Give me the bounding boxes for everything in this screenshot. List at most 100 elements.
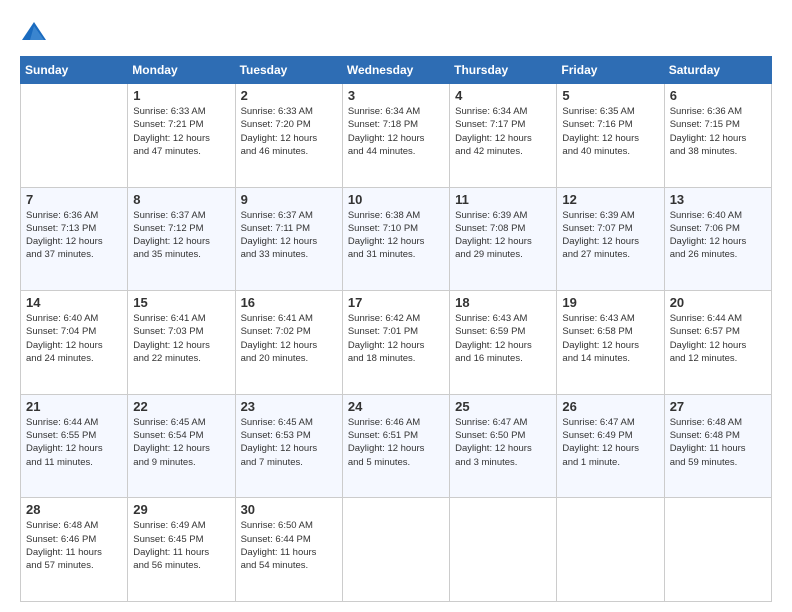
day-info: Sunrise: 6:43 AM Sunset: 6:59 PM Dayligh… — [455, 312, 551, 365]
day-number: 3 — [348, 88, 444, 103]
calendar-cell: 3 Sunrise: 6:34 AM Sunset: 7:18 PM Daylig… — [342, 84, 449, 188]
calendar-cell: 9 Sunrise: 6:37 AM Sunset: 7:11 PM Daylig… — [235, 187, 342, 291]
day-header-tuesday: Tuesday — [235, 57, 342, 84]
day-info: Sunrise: 6:47 AM Sunset: 6:49 PM Dayligh… — [562, 416, 658, 469]
calendar-cell: 8Sunrise: 6:37 AM Sunset: 7:12 PM Daylig… — [128, 187, 235, 291]
calendar-cell: 12Sunrise: 6:39 AM Sunset: 7:07 PM Dayli… — [557, 187, 664, 291]
day-number: 17 — [348, 295, 444, 310]
calendar-cell — [450, 498, 557, 602]
day-info: Sunrise: 6:35 AM Sunset: 7:16 PM Dayligh… — [562, 105, 658, 158]
day-number: 16 — [241, 295, 337, 310]
day-header-sunday: Sunday — [21, 57, 128, 84]
day-number: 14 — [26, 295, 122, 310]
calendar-week-1: 7 Sunrise: 6:36 AM Sunset: 7:13 PM Daylig… — [21, 187, 772, 291]
day-number: 26 — [562, 399, 658, 414]
day-info: Sunrise: 6:46 AM Sunset: 6:51 PM Dayligh… — [348, 416, 444, 469]
day-info: Sunrise: 6:33 AM Sunset: 7:21 PM Dayligh… — [133, 105, 229, 158]
calendar-cell: 2 Sunrise: 6:33 AM Sunset: 7:20 PM Daylig… — [235, 84, 342, 188]
calendar-cell: 17 Sunrise: 6:42 AM Sunset: 7:01 PM Dayli… — [342, 291, 449, 395]
calendar-cell — [664, 498, 771, 602]
calendar-cell: 26 Sunrise: 6:47 AM Sunset: 6:49 PM Dayli… — [557, 394, 664, 498]
day-info: Sunrise: 6:42 AM Sunset: 7:01 PM Dayligh… — [348, 312, 444, 365]
calendar-cell: 30 Sunrise: 6:50 AM Sunset: 6:44 PM Dayli… — [235, 498, 342, 602]
day-info: Sunrise: 6:40 AM Sunset: 7:06 PM Dayligh… — [670, 209, 766, 262]
calendar-cell: 20 Sunrise: 6:44 AM Sunset: 6:57 PM Dayli… — [664, 291, 771, 395]
day-number: 21 — [26, 399, 122, 414]
day-info: Sunrise: 6:49 AM Sunset: 6:45 PM Dayligh… — [133, 519, 229, 572]
calendar-cell: 25 Sunrise: 6:47 AM Sunset: 6:50 PM Dayli… — [450, 394, 557, 498]
page: SundayMondayTuesdayWednesdayThursdayFrid… — [0, 0, 792, 612]
day-info: Sunrise: 6:44 AM Sunset: 6:55 PM Dayligh… — [26, 416, 122, 469]
day-number: 8 — [133, 192, 229, 207]
calendar-cell: 24 Sunrise: 6:46 AM Sunset: 6:51 PM Dayli… — [342, 394, 449, 498]
day-number: 7 — [26, 192, 122, 207]
day-number: 29 — [133, 502, 229, 517]
calendar-cell: 15 Sunrise: 6:41 AM Sunset: 7:03 PM Dayli… — [128, 291, 235, 395]
day-info: Sunrise: 6:43 AM Sunset: 6:58 PM Dayligh… — [562, 312, 658, 365]
day-info: Sunrise: 6:45 AM Sunset: 6:53 PM Dayligh… — [241, 416, 337, 469]
day-number: 6 — [670, 88, 766, 103]
day-number: 30 — [241, 502, 337, 517]
day-number: 24 — [348, 399, 444, 414]
day-number: 1 — [133, 88, 229, 103]
day-number: 5 — [562, 88, 658, 103]
day-number: 12 — [562, 192, 658, 207]
calendar-cell: 29 Sunrise: 6:49 AM Sunset: 6:45 PM Dayli… — [128, 498, 235, 602]
calendar-cell: 5 Sunrise: 6:35 AM Sunset: 7:16 PM Daylig… — [557, 84, 664, 188]
calendar-header-row: SundayMondayTuesdayWednesdayThursdayFrid… — [21, 57, 772, 84]
calendar-cell: 28 Sunrise: 6:48 AM Sunset: 6:46 PM Dayli… — [21, 498, 128, 602]
day-number: 4 — [455, 88, 551, 103]
day-number: 20 — [670, 295, 766, 310]
header — [20, 18, 772, 46]
calendar-week-2: 14 Sunrise: 6:40 AM Sunset: 7:04 PM Dayli… — [21, 291, 772, 395]
day-number: 28 — [26, 502, 122, 517]
day-info: Sunrise: 6:41 AM Sunset: 7:03 PM Dayligh… — [133, 312, 229, 365]
day-info: Sunrise: 6:48 AM Sunset: 6:46 PM Dayligh… — [26, 519, 122, 572]
calendar-cell: 23 Sunrise: 6:45 AM Sunset: 6:53 PM Dayli… — [235, 394, 342, 498]
calendar-cell: 16 Sunrise: 6:41 AM Sunset: 7:02 PM Dayli… — [235, 291, 342, 395]
calendar-cell: 18Sunrise: 6:43 AM Sunset: 6:59 PM Dayli… — [450, 291, 557, 395]
day-number: 13 — [670, 192, 766, 207]
day-number: 19 — [562, 295, 658, 310]
day-info: Sunrise: 6:45 AM Sunset: 6:54 PM Dayligh… — [133, 416, 229, 469]
calendar-week-0: 1 Sunrise: 6:33 AM Sunset: 7:21 PM Daylig… — [21, 84, 772, 188]
day-info: Sunrise: 6:50 AM Sunset: 6:44 PM Dayligh… — [241, 519, 337, 572]
day-info: Sunrise: 6:39 AM Sunset: 7:08 PM Dayligh… — [455, 209, 551, 262]
day-number: 23 — [241, 399, 337, 414]
day-header-saturday: Saturday — [664, 57, 771, 84]
day-number: 9 — [241, 192, 337, 207]
calendar-week-4: 28 Sunrise: 6:48 AM Sunset: 6:46 PM Dayli… — [21, 498, 772, 602]
day-number: 15 — [133, 295, 229, 310]
day-header-wednesday: Wednesday — [342, 57, 449, 84]
calendar-cell — [557, 498, 664, 602]
calendar-cell: 1 Sunrise: 6:33 AM Sunset: 7:21 PM Daylig… — [128, 84, 235, 188]
calendar-cell: 27 Sunrise: 6:48 AM Sunset: 6:48 PM Dayli… — [664, 394, 771, 498]
calendar-cell: 14 Sunrise: 6:40 AM Sunset: 7:04 PM Dayli… — [21, 291, 128, 395]
day-info: Sunrise: 6:48 AM Sunset: 6:48 PM Dayligh… — [670, 416, 766, 469]
day-info: Sunrise: 6:47 AM Sunset: 6:50 PM Dayligh… — [455, 416, 551, 469]
day-info: Sunrise: 6:44 AM Sunset: 6:57 PM Dayligh… — [670, 312, 766, 365]
calendar-cell: 19 Sunrise: 6:43 AM Sunset: 6:58 PM Dayli… — [557, 291, 664, 395]
day-info: Sunrise: 6:37 AM Sunset: 7:11 PM Dayligh… — [241, 209, 337, 262]
logo-icon — [20, 18, 48, 46]
day-header-friday: Friday — [557, 57, 664, 84]
day-number: 10 — [348, 192, 444, 207]
day-info: Sunrise: 6:34 AM Sunset: 7:17 PM Dayligh… — [455, 105, 551, 158]
day-info: Sunrise: 6:41 AM Sunset: 7:02 PM Dayligh… — [241, 312, 337, 365]
day-number: 27 — [670, 399, 766, 414]
day-number: 2 — [241, 88, 337, 103]
day-info: Sunrise: 6:36 AM Sunset: 7:13 PM Dayligh… — [26, 209, 122, 262]
day-header-monday: Monday — [128, 57, 235, 84]
day-info: Sunrise: 6:34 AM Sunset: 7:18 PM Dayligh… — [348, 105, 444, 158]
day-header-thursday: Thursday — [450, 57, 557, 84]
calendar-cell: 21 Sunrise: 6:44 AM Sunset: 6:55 PM Dayli… — [21, 394, 128, 498]
calendar-cell: 11Sunrise: 6:39 AM Sunset: 7:08 PM Dayli… — [450, 187, 557, 291]
day-info: Sunrise: 6:40 AM Sunset: 7:04 PM Dayligh… — [26, 312, 122, 365]
day-info: Sunrise: 6:38 AM Sunset: 7:10 PM Dayligh… — [348, 209, 444, 262]
calendar-cell — [342, 498, 449, 602]
day-number: 25 — [455, 399, 551, 414]
calendar-cell — [21, 84, 128, 188]
day-info: Sunrise: 6:33 AM Sunset: 7:20 PM Dayligh… — [241, 105, 337, 158]
calendar-week-3: 21 Sunrise: 6:44 AM Sunset: 6:55 PM Dayli… — [21, 394, 772, 498]
calendar-cell: 22Sunrise: 6:45 AM Sunset: 6:54 PM Dayli… — [128, 394, 235, 498]
